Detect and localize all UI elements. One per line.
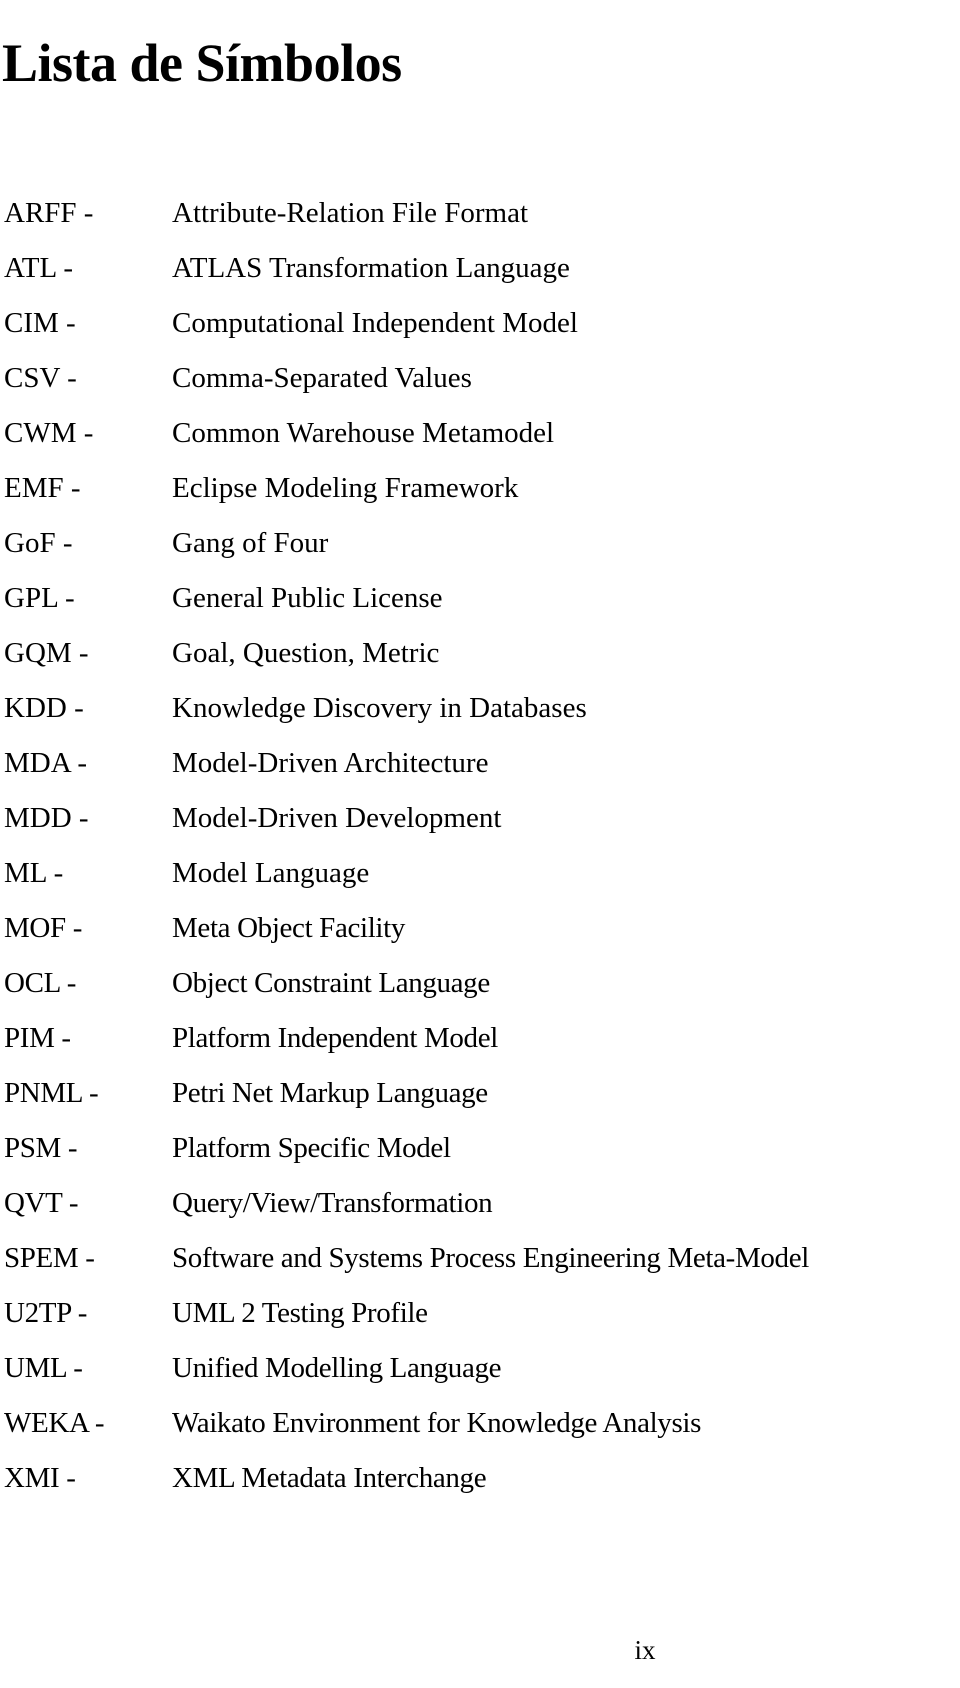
symbol-row: KDD - Knowledge Discovery in Databases bbox=[0, 681, 960, 736]
symbol-abbreviation: ML - bbox=[4, 857, 64, 889]
symbol-abbreviation: WEKA - bbox=[4, 1407, 105, 1439]
symbol-abbreviation: PNML - bbox=[4, 1077, 99, 1109]
symbol-row: WEKA - Waikato Environment for Knowledge … bbox=[0, 1396, 960, 1451]
symbol-abbreviation: MDD - bbox=[4, 802, 89, 834]
symbol-definition: Model-Driven Architecture bbox=[172, 747, 489, 779]
symbol-definition: Comma-Separated Values bbox=[172, 362, 472, 394]
symbol-row: GQM - Goal, Question, Metric bbox=[0, 626, 960, 681]
symbol-abbreviation: U2TP - bbox=[4, 1297, 88, 1329]
page-number: ix bbox=[634, 1635, 656, 1665]
symbol-abbreviation: GoF - bbox=[4, 527, 73, 559]
symbol-definition: Gang of Four bbox=[172, 527, 329, 559]
symbol-row: GPL - General Public License bbox=[0, 571, 960, 626]
symbol-row: OCL - Object Constraint Language bbox=[0, 956, 960, 1011]
symbol-abbreviation: ARFF - bbox=[4, 197, 94, 229]
symbol-abbreviation: PSM - bbox=[4, 1132, 78, 1164]
symbol-definition: Eclipse Modeling Framework bbox=[172, 472, 519, 504]
symbol-definition: Meta Object Facility bbox=[172, 912, 405, 944]
symbol-abbreviation: MOF - bbox=[4, 912, 83, 944]
symbol-abbreviation: GPL - bbox=[4, 582, 75, 614]
symbol-definition: Query/View/Transformation bbox=[172, 1187, 493, 1219]
symbol-row: UML - Unified Modelling Language bbox=[0, 1341, 960, 1396]
symbol-definition: Computational Independent Model bbox=[172, 307, 578, 339]
symbol-abbreviation: PIM - bbox=[4, 1022, 71, 1054]
symbol-row: MOF - Meta Object Facility bbox=[0, 901, 960, 956]
symbol-list-page: Lista de Símbolos ARFF - Attribute-Relati… bbox=[0, 0, 960, 1688]
symbol-definition: UML 2 Testing Profile bbox=[172, 1297, 428, 1329]
symbol-row: ML - Model Language bbox=[0, 846, 960, 901]
symbol-abbreviation: CSV - bbox=[4, 362, 77, 394]
symbol-abbreviation: OCL - bbox=[4, 967, 77, 999]
symbol-definition: Software and Systems Process Engineering… bbox=[172, 1242, 809, 1274]
symbol-definition: Platform Specific Model bbox=[172, 1132, 451, 1164]
symbol-definition: Attribute-Relation File Format bbox=[172, 197, 529, 229]
symbol-definition: Petri Net Markup Language bbox=[172, 1077, 488, 1109]
symbol-definition: Model Language bbox=[172, 857, 370, 889]
symbol-row: PNML - Petri Net Markup Language bbox=[0, 1066, 960, 1121]
symbol-abbreviation: MDA - bbox=[4, 747, 87, 779]
symbol-abbreviation: XMI - bbox=[4, 1462, 76, 1494]
symbol-definition: Model-Driven Development bbox=[172, 802, 502, 834]
symbol-row: SPEM - Software and Systems Process Engin… bbox=[0, 1231, 960, 1286]
symbol-list: ARFF - Attribute-Relation File Format ATL … bbox=[0, 186, 960, 1506]
symbol-row: CWM - Common Warehouse Metamodel bbox=[0, 406, 960, 461]
symbol-definition: Knowledge Discovery in Databases bbox=[172, 692, 587, 724]
symbol-row: XMI - XML Metadata Interchange bbox=[0, 1451, 960, 1506]
symbol-abbreviation: SPEM - bbox=[4, 1242, 95, 1274]
symbol-definition: XML Metadata Interchange bbox=[172, 1462, 487, 1494]
symbol-definition: Platform Independent Model bbox=[172, 1022, 498, 1054]
symbol-definition: Unified Modelling Language bbox=[172, 1352, 502, 1384]
symbol-row: CSV - Comma-Separated Values bbox=[0, 351, 960, 406]
symbol-row: ARFF - Attribute-Relation File Format bbox=[0, 186, 960, 241]
symbol-row: MDA - Model-Driven Architecture bbox=[0, 736, 960, 791]
symbol-abbreviation: ATL - bbox=[4, 252, 73, 284]
symbol-abbreviation: CIM - bbox=[4, 307, 76, 339]
symbol-definition: Common Warehouse Metamodel bbox=[172, 417, 555, 449]
symbol-abbreviation: EMF - bbox=[4, 472, 81, 504]
symbol-abbreviation: GQM - bbox=[4, 637, 89, 669]
symbol-definition: General Public License bbox=[172, 582, 443, 614]
symbol-abbreviation: KDD - bbox=[4, 692, 84, 724]
symbol-row: GoF - Gang of Four bbox=[0, 516, 960, 571]
symbol-row: PIM - Platform Independent Model bbox=[0, 1011, 960, 1066]
symbol-row: QVT - Query/View/Transformation bbox=[0, 1176, 960, 1231]
symbol-row: ATL - ATLAS Transformation Language bbox=[0, 241, 960, 296]
symbol-abbreviation: CWM - bbox=[4, 417, 94, 449]
symbol-definition: Object Constraint Language bbox=[172, 967, 490, 999]
symbol-row: MDD - Model-Driven Development bbox=[0, 791, 960, 846]
symbol-abbreviation: UML - bbox=[4, 1352, 83, 1384]
symbol-definition: ATLAS Transformation Language bbox=[172, 252, 570, 284]
symbol-definition: Waikato Environment for Knowledge Analys… bbox=[172, 1407, 702, 1439]
symbol-abbreviation: QVT - bbox=[4, 1187, 79, 1219]
symbol-row: EMF - Eclipse Modeling Framework bbox=[0, 461, 960, 516]
page-title: Lista de Símbolos bbox=[2, 33, 402, 94]
symbol-row: U2TP - UML 2 Testing Profile bbox=[0, 1286, 960, 1341]
symbol-row: PSM - Platform Specific Model bbox=[0, 1121, 960, 1176]
symbol-definition: Goal, Question, Metric bbox=[172, 637, 440, 669]
symbol-row: CIM - Computational Independent Model bbox=[0, 296, 960, 351]
